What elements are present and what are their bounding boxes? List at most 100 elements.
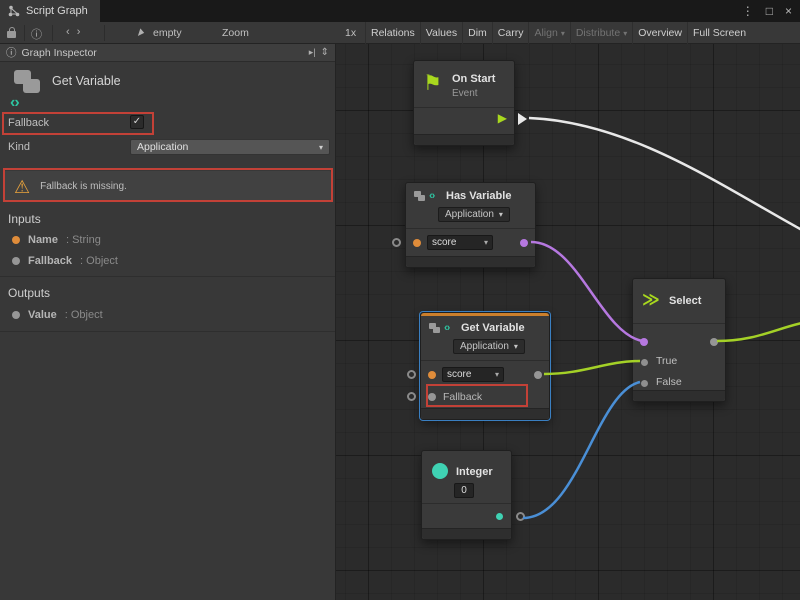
window-controls: ⋮ □ × xyxy=(742,0,798,22)
fallback-port-icon[interactable] xyxy=(428,393,436,401)
graph-canvas[interactable]: ⚑ On Start Event ▶ ‹› Has Variable Appli… xyxy=(336,44,800,600)
script-graph-icon xyxy=(8,5,20,17)
false-port-icon[interactable] xyxy=(641,380,648,387)
variable-name-field[interactable]: score ▾ xyxy=(427,235,493,250)
output-port-icon[interactable] xyxy=(516,512,525,521)
divider xyxy=(0,276,335,277)
inspected-node-title: Get Variable xyxy=(52,74,121,88)
zoom-value: 1x xyxy=(345,27,356,39)
fallback-checkbox[interactable]: ✓ xyxy=(130,115,144,129)
node-get-variable[interactable]: ‹› Get Variable Application ▾ score ▾ Fa… xyxy=(420,312,550,420)
node-separator xyxy=(422,503,511,504)
flow-port-icon[interactable] xyxy=(518,113,527,125)
string-port-icon xyxy=(12,236,20,244)
node-title: On Start xyxy=(452,73,495,85)
chevron-down-icon: ▾ xyxy=(319,143,323,152)
node-title: Get Variable xyxy=(461,322,525,334)
code-view-icon[interactable]: ‹ › xyxy=(66,26,82,38)
node-separator xyxy=(414,107,514,108)
input-row-name: Name : String xyxy=(0,231,335,249)
output-row-value: Value : Object xyxy=(0,306,335,324)
warning-text: Fallback is missing. xyxy=(40,181,127,192)
dim-button[interactable]: Dim xyxy=(462,22,492,44)
node-select[interactable]: ≫ Select True False xyxy=(632,278,726,402)
select-icon: ≫ xyxy=(642,290,660,310)
node-separator xyxy=(406,228,535,229)
node-on-start[interactable]: ⚑ On Start Event ▶ xyxy=(413,60,515,146)
kind-dropdown[interactable]: Application ▾ xyxy=(438,207,510,222)
values-button[interactable]: Values xyxy=(420,22,462,44)
chevron-down-icon: ▾ xyxy=(484,238,488,247)
inputs-heading: Inputs xyxy=(8,212,41,226)
variable-papers-icon xyxy=(429,323,441,334)
flag-icon: ⚑ xyxy=(423,71,442,96)
node-footer xyxy=(421,408,549,419)
node-footer xyxy=(414,134,514,145)
warning-box: ⚠ Fallback is missing. xyxy=(4,171,331,202)
fallback-input-port-icon[interactable] xyxy=(407,392,416,401)
maximize-icon[interactable]: □ xyxy=(766,4,773,18)
input-port-icon[interactable] xyxy=(392,238,401,247)
code-icon: ‹› xyxy=(444,322,449,334)
lock-icon[interactable] xyxy=(7,31,16,38)
integer-output-port-icon[interactable] xyxy=(496,513,503,520)
node-icons: ‹› xyxy=(429,322,449,334)
node-icons: ‹› xyxy=(414,190,434,202)
bool-output-port-icon[interactable] xyxy=(520,239,528,247)
node-title: Select xyxy=(669,295,701,307)
close-icon[interactable]: × xyxy=(785,4,792,18)
toolbar-divider xyxy=(52,25,53,41)
node-separator xyxy=(633,323,725,324)
info-icon: ⓘ xyxy=(6,45,17,60)
selection-output-port-icon[interactable] xyxy=(710,338,718,346)
object-port-icon xyxy=(12,257,20,265)
node-separator xyxy=(421,360,549,361)
variable-name-field[interactable]: score ▾ xyxy=(442,367,504,382)
zoom-label: Zoom xyxy=(222,27,249,39)
value-output-port-icon[interactable] xyxy=(534,371,542,379)
distribute-button[interactable]: Distribute▾ xyxy=(570,22,632,44)
info-icon[interactable]: ⓘ xyxy=(31,26,42,42)
resize-icon[interactable]: ⇕ xyxy=(321,47,329,58)
kind-dropdown[interactable]: Application ▾ xyxy=(453,339,525,354)
variable-papers-icon xyxy=(14,70,44,96)
code-icon: ‹› xyxy=(10,94,19,112)
name-port-icon[interactable] xyxy=(428,371,436,379)
condition-port-icon[interactable] xyxy=(640,338,648,346)
outputs-heading: Outputs xyxy=(8,286,50,300)
true-port-icon[interactable] xyxy=(641,359,648,366)
kind-field-label: Kind xyxy=(8,141,30,153)
flow-out-arrow-icon[interactable]: ▶ xyxy=(498,111,507,125)
node-subtitle: Event xyxy=(452,88,478,99)
selection-cursor-icon xyxy=(138,28,145,37)
fallback-port-label: Fallback xyxy=(443,391,482,403)
inspector-title: Graph Inspector xyxy=(22,47,97,59)
node-integer[interactable]: Integer 0 xyxy=(421,450,512,540)
object-port-icon xyxy=(12,311,20,319)
variable-kind-stripe xyxy=(421,313,549,316)
tab-script-graph[interactable]: Script Graph xyxy=(0,0,100,22)
name-port-icon[interactable] xyxy=(413,239,421,247)
name-input-port-icon[interactable] xyxy=(407,370,416,379)
carry-button[interactable]: Carry xyxy=(492,22,529,44)
chevron-down-icon: ▾ xyxy=(623,23,627,44)
overview-button[interactable]: Overview xyxy=(632,22,687,44)
menu-icon[interactable]: ⋮ xyxy=(742,4,754,18)
node-footer xyxy=(406,256,535,267)
node-title: Has Variable xyxy=(446,190,511,202)
variable-papers-icon xyxy=(414,191,426,202)
code-icon: ‹› xyxy=(429,190,434,202)
chevron-down-icon: ▾ xyxy=(499,210,503,219)
relations-button[interactable]: Relations xyxy=(365,22,420,44)
align-button[interactable]: Align▾ xyxy=(528,22,569,44)
kind-dropdown[interactable]: Application ▾ xyxy=(130,139,330,155)
chevron-down-icon: ▾ xyxy=(561,23,565,44)
node-has-variable[interactable]: ‹› Has Variable Application ▾ score ▾ xyxy=(405,182,536,268)
node-footer xyxy=(633,390,725,401)
toolbar-divider xyxy=(104,25,105,41)
dock-icon[interactable]: ▸| xyxy=(309,47,316,58)
integer-value-field[interactable]: 0 xyxy=(454,483,474,498)
full-screen-button[interactable]: Full Screen xyxy=(687,22,751,44)
input-row-fallback: Fallback : Object xyxy=(0,252,335,270)
tab-title: Script Graph xyxy=(26,5,88,17)
